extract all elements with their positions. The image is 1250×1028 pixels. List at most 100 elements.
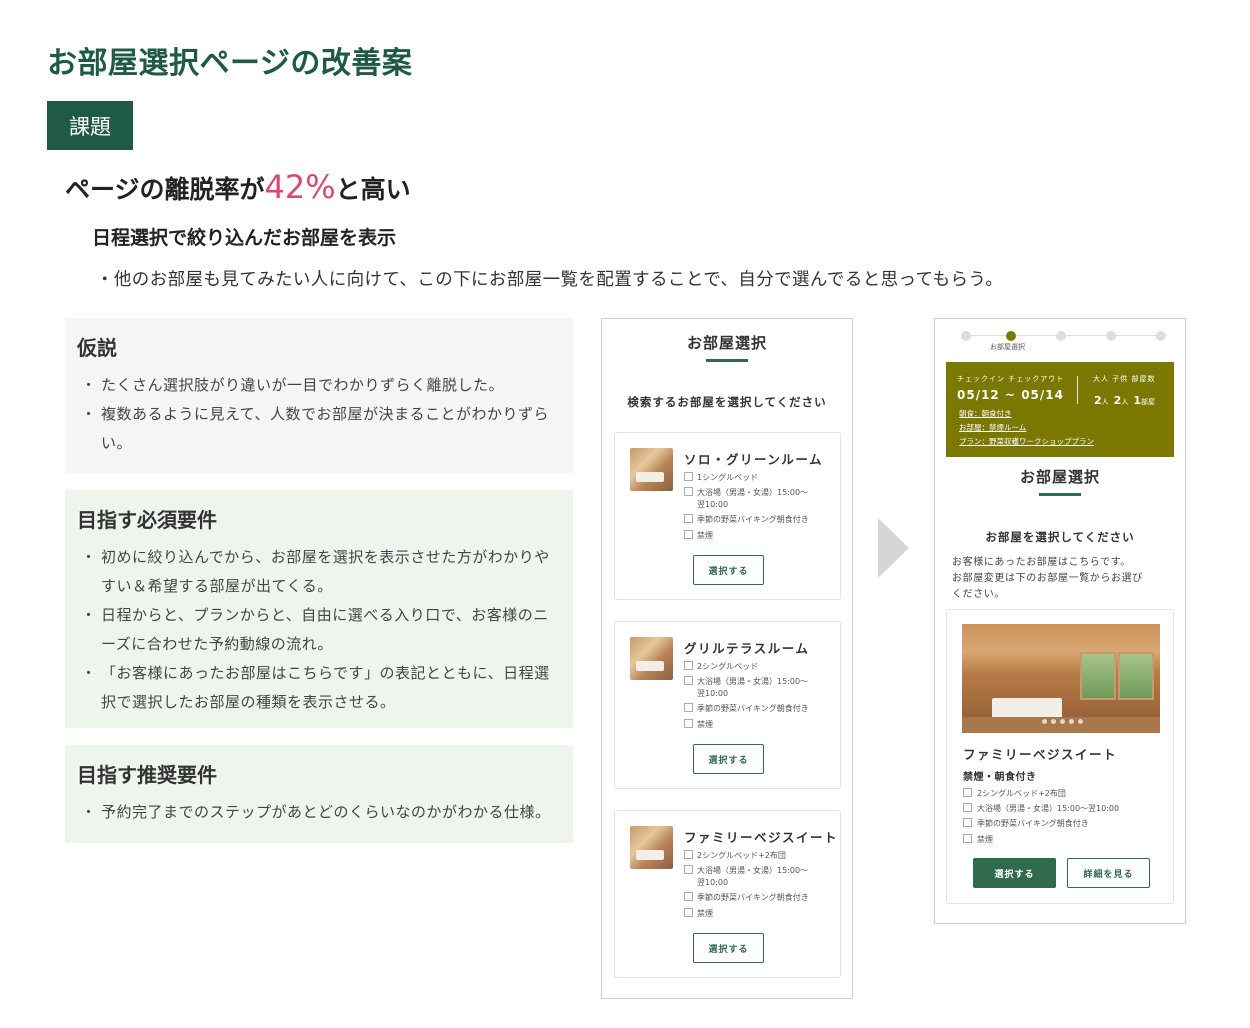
step-dot-active xyxy=(1006,331,1016,341)
after-mockup: お部屋選択 チェックイン チェックアウト 05/12 ~ 05/14 大人 子供… xyxy=(934,318,1186,924)
select-room-button[interactable]: 選択する xyxy=(693,744,764,774)
room-feature: 禁煙 xyxy=(684,908,713,920)
arrow-right-icon xyxy=(878,518,909,578)
description-line: ください。 xyxy=(952,589,1005,600)
headline-suffix: と高い xyxy=(335,175,411,204)
room-name: ソロ・グリーンルーム xyxy=(684,452,824,467)
room-thumbnail xyxy=(630,448,673,491)
unit: 部屋 xyxy=(1140,398,1155,406)
required-box: 目指す必須要件 初めに絞り込んでから、お部屋を選択を表示させた方がわかりやすい＆… xyxy=(65,490,573,728)
bounce-rate-value: 42% xyxy=(264,168,336,206)
step-label: お部屋選択 xyxy=(990,343,1025,351)
required-title: 目指す必須要件 xyxy=(77,508,217,532)
room-feature: 季節の野菜バイキング朝食付き xyxy=(684,514,809,526)
title-underline xyxy=(706,359,748,362)
view-details-button[interactable]: 詳細を見る xyxy=(1067,858,1150,888)
meal-icon xyxy=(963,818,972,827)
step-dot xyxy=(1106,331,1116,341)
room-smoke: 禁煙 xyxy=(697,720,713,729)
room-bath: 大浴場（男湯・女湯）15:00〜 xyxy=(697,866,809,875)
room-feature: 大浴場（男湯・女湯）15:00〜翌10:00 xyxy=(963,803,1119,814)
bed-icon xyxy=(684,472,693,481)
room-feature: 禁煙 xyxy=(684,719,713,731)
no-smoking-icon xyxy=(963,834,972,843)
meal-icon xyxy=(684,514,693,523)
room-bath: 大浴場（男湯・女湯）15:00〜 xyxy=(697,677,809,686)
subhead: 日程選択で絞り込んだお部屋を表示 xyxy=(92,227,397,249)
room-tags: 禁煙・朝食付き xyxy=(963,772,1037,783)
select-room-button[interactable]: 選択する xyxy=(693,555,764,585)
room-card[interactable]: ソロ・グリーンルーム 1シングルベッド 大浴場（男湯・女湯）15:00〜 翌10… xyxy=(614,432,841,600)
after-title-block: お部屋選択 xyxy=(935,466,1185,496)
room-feature: 大浴場（男湯・女湯）15:00〜 xyxy=(684,676,808,688)
room-link[interactable]: お部屋：禁煙ルーム xyxy=(959,422,1026,433)
before-subtitle: 検索するお部屋を選択してください xyxy=(627,395,827,409)
stay-dates: 05/12 ~ 05/14 xyxy=(957,388,1064,402)
recommended-room-card[interactable]: ファミリーベジスイート 禁煙・朝食付き 2シングルベッド+2布団 大浴場（男湯・… xyxy=(946,609,1174,904)
room-meal: 季節の野菜バイキング朝食付き xyxy=(697,893,809,902)
guests-label: 大人 子供 部屋数 xyxy=(1093,375,1156,383)
no-smoking-icon xyxy=(684,530,693,539)
headline-prefix: ページの離脱率が xyxy=(65,175,265,204)
select-room-button[interactable]: 選択する xyxy=(973,858,1056,888)
unit: 人 xyxy=(1101,398,1109,406)
progress-steps xyxy=(961,330,1166,342)
room-bed: 2シングルベッド+2布団 xyxy=(697,851,786,860)
hypothesis-box: 仮説 たくさん選択肢がり違いが一目でわかりずらく離脱した。 複数あるように見えて… xyxy=(65,318,573,473)
room-thumbnail xyxy=(630,826,673,869)
plan-link[interactable]: プラン：野菜収穫ワークショッププラン xyxy=(959,436,1094,447)
room-feature: 翌10:00 xyxy=(697,689,729,698)
room-feature: 大浴場（男湯・女湯）15:00〜 xyxy=(684,865,808,877)
bath-icon xyxy=(684,865,693,874)
meal-icon xyxy=(684,703,693,712)
room-feature: 禁煙 xyxy=(963,834,993,845)
room-bath: 大浴場（男湯・女湯）15:00〜 xyxy=(697,488,809,497)
room-bed: 2シングルベッド xyxy=(697,662,759,671)
guest-counts: 2人 2人 1部屋 xyxy=(1094,389,1155,408)
summary-bullet: ・他のお部屋も見てみたい人に向けて、この下にお部屋一覧を配置することで、自分で選… xyxy=(96,270,1004,290)
room-feature: 季節の野菜バイキング朝食付き xyxy=(963,818,1089,829)
no-smoking-icon xyxy=(684,908,693,917)
title-underline xyxy=(1039,493,1081,496)
recommended-box: 目指す推奨要件 予約完了までのステップがあとどのくらいなのかがわかる仕様。 xyxy=(65,745,573,843)
room-feature: 翌10:00 xyxy=(697,500,729,509)
meal-icon xyxy=(684,892,693,901)
description-line: お部屋変更は下のお部屋一覧からお選び xyxy=(952,573,1143,584)
room-smoke: 禁煙 xyxy=(697,531,713,540)
select-room-button[interactable]: 選択する xyxy=(693,933,764,963)
room-meal: 季節の野菜バイキング朝食付き xyxy=(977,819,1089,828)
room-feature: 2シングルベッド xyxy=(684,661,758,673)
room-name: グリルテラスルーム xyxy=(684,641,810,656)
headline: ページの離脱率が42%と高い xyxy=(65,168,411,206)
bath-icon xyxy=(963,803,972,812)
bed-icon xyxy=(963,788,972,797)
room-feature: 1シングルベッド xyxy=(684,472,758,484)
bath-icon xyxy=(684,676,693,685)
carousel-dots[interactable] xyxy=(1042,709,1087,728)
room-card[interactable]: グリルテラスルーム 2シングルベッド 大浴場（男湯・女湯）15:00〜 翌10:… xyxy=(614,621,841,789)
issue-badge: 課題 xyxy=(47,101,133,150)
page-title: お部屋選択ページの改善案 xyxy=(47,46,413,81)
hypothesis-title: 仮説 xyxy=(77,336,117,360)
required-item: 初めに絞り込んでから、お部屋を選択を表示させた方がわかりやすい＆希望する部屋が出… xyxy=(77,543,561,601)
room-feature: 季節の野菜バイキング朝食付き xyxy=(684,892,809,904)
room-card[interactable]: ファミリーベジスイート 2シングルベッド+2布団 大浴場（男湯・女湯）15:00… xyxy=(614,810,841,978)
room-feature: 2シングルベッド+2布団 xyxy=(963,788,1066,799)
room-smoke: 禁煙 xyxy=(977,835,993,844)
room-feature: 大浴場（男湯・女湯）15:00〜 xyxy=(684,487,808,499)
room-meal: 季節の野菜バイキング朝食付き xyxy=(697,704,809,713)
unit: 人 xyxy=(1121,398,1129,406)
after-subtitle: お部屋を選択してください xyxy=(985,530,1135,544)
recommended-item: 予約完了までのステップがあとどのくらいなのかがわかる仕様。 xyxy=(77,798,561,827)
meal-link[interactable]: 朝食：朝食付き xyxy=(959,408,1012,419)
room-smoke: 禁煙 xyxy=(697,909,713,918)
bed-icon xyxy=(684,850,693,859)
room-feature: 2シングルベッド+2布団 xyxy=(684,850,786,862)
before-title: お部屋選択 xyxy=(686,334,767,352)
no-smoking-icon xyxy=(684,719,693,728)
room-photo[interactable] xyxy=(962,624,1160,733)
required-item: 日程からと、プランからと、自由に選べる入り口で、お客様のニーズに合わせた予約動線… xyxy=(77,601,561,659)
room-bath: 大浴場（男湯・女湯）15:00〜翌10:00 xyxy=(977,804,1120,813)
after-description: お客様にあったお部屋はこちらです。 お部屋変更は下のお部屋一覧からお選び くださ… xyxy=(952,555,1143,603)
search-summary: チェックイン チェックアウト 05/12 ~ 05/14 大人 子供 部屋数 2… xyxy=(946,362,1174,457)
